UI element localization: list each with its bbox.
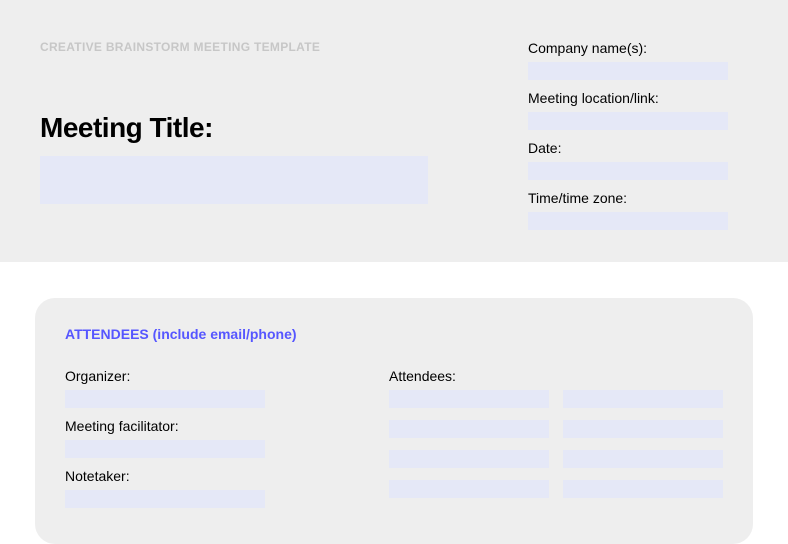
attendee-input[interactable] bbox=[389, 390, 549, 408]
attendees-list-label: Attendees: bbox=[389, 368, 723, 384]
company-input[interactable] bbox=[528, 62, 728, 80]
date-label: Date: bbox=[528, 140, 748, 156]
facilitator-input[interactable] bbox=[65, 440, 265, 458]
time-input[interactable] bbox=[528, 212, 728, 230]
attendee-grid bbox=[389, 390, 723, 498]
time-row: Time/time zone: bbox=[528, 190, 748, 230]
organizer-label: Organizer: bbox=[65, 368, 389, 384]
attendee-input[interactable] bbox=[563, 420, 723, 438]
notetaker-label: Notetaker: bbox=[65, 468, 389, 484]
attendee-input[interactable] bbox=[563, 450, 723, 468]
header-left-column: CREATIVE BRAINSTORM MEETING TEMPLATE Mee… bbox=[40, 40, 470, 204]
company-label: Company name(s): bbox=[528, 40, 748, 56]
header-right-column: Company name(s): Meeting location/link: … bbox=[528, 40, 748, 240]
attendees-list-column: Attendees: bbox=[389, 368, 723, 518]
meeting-title-input[interactable] bbox=[40, 156, 428, 204]
header-section: CREATIVE BRAINSTORM MEETING TEMPLATE Mee… bbox=[0, 0, 788, 262]
attendee-input[interactable] bbox=[563, 480, 723, 498]
company-row: Company name(s): bbox=[528, 40, 748, 80]
meeting-title-label: Meeting Title: bbox=[40, 112, 470, 144]
time-label: Time/time zone: bbox=[528, 190, 748, 206]
date-input[interactable] bbox=[528, 162, 728, 180]
body-section: ATTENDEES (include email/phone) Organize… bbox=[0, 262, 788, 544]
attendee-input[interactable] bbox=[389, 420, 549, 438]
date-row: Date: bbox=[528, 140, 748, 180]
organizer-input[interactable] bbox=[65, 390, 265, 408]
attendees-roles-column: Organizer: Meeting facilitator: Notetake… bbox=[65, 368, 389, 518]
attendee-input[interactable] bbox=[563, 390, 723, 408]
location-label: Meeting location/link: bbox=[528, 90, 748, 106]
location-input[interactable] bbox=[528, 112, 728, 130]
facilitator-label: Meeting facilitator: bbox=[65, 418, 389, 434]
location-row: Meeting location/link: bbox=[528, 90, 748, 130]
attendees-section-header: ATTENDEES (include email/phone) bbox=[65, 326, 723, 342]
notetaker-input[interactable] bbox=[65, 490, 265, 508]
attendees-card: ATTENDEES (include email/phone) Organize… bbox=[35, 298, 753, 544]
attendee-input[interactable] bbox=[389, 450, 549, 468]
attendees-body: Organizer: Meeting facilitator: Notetake… bbox=[65, 368, 723, 518]
template-label: CREATIVE BRAINSTORM MEETING TEMPLATE bbox=[40, 40, 470, 54]
attendee-input[interactable] bbox=[389, 480, 549, 498]
